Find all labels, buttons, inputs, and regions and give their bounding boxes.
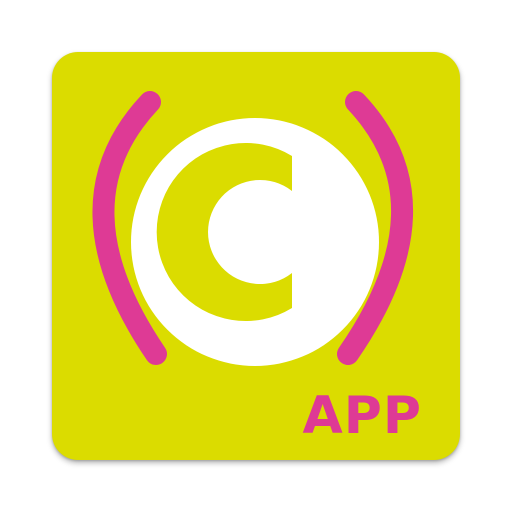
- launcher-icon-canvas: APP: [0, 0, 512, 512]
- app-icon-tile[interactable]: APP: [52, 52, 460, 460]
- app-label: APP: [302, 386, 422, 446]
